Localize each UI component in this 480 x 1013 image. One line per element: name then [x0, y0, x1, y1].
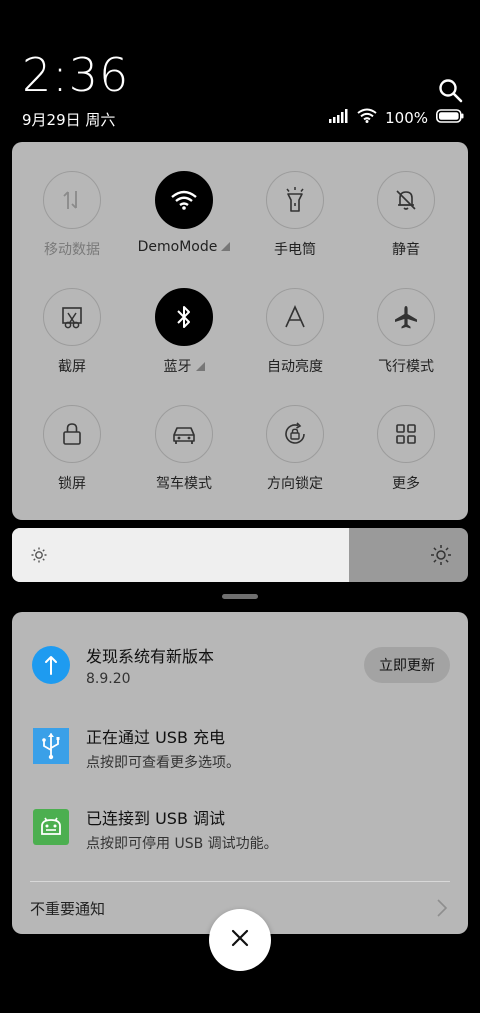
tile-label: 飞行模式 — [378, 359, 434, 375]
car-icon — [155, 405, 213, 463]
tile-label: 驾车模式 — [156, 476, 212, 492]
expand-triangle-icon[interactable] — [221, 242, 231, 251]
wifi-status-icon — [357, 108, 377, 127]
tile-label: 截屏 — [58, 359, 86, 375]
signal-icon — [329, 108, 349, 127]
mute-bell-icon — [377, 171, 435, 229]
tile-lock-screen[interactable]: 锁屏 — [17, 405, 127, 515]
tile-rotation-lock[interactable]: 方向锁定 — [240, 405, 350, 515]
mobile-data-icon — [43, 171, 101, 229]
date[interactable]: 9月29日 周六 — [22, 109, 115, 130]
tile-mute[interactable]: 静音 — [351, 171, 461, 281]
tile-label: 蓝牙 — [163, 359, 192, 375]
update-arrow-icon — [32, 646, 70, 684]
clock[interactable]: 2:36 — [22, 48, 129, 102]
notification-usb-charging[interactable]: 正在通过 USB 充电 点按即可查看更多选项。 — [12, 718, 468, 788]
battery-icon — [436, 108, 464, 127]
tile-airplane[interactable]: 飞行模式 — [351, 288, 461, 398]
tile-label: 手电筒 — [274, 242, 316, 258]
tile-label: 自动亮度 — [267, 359, 323, 375]
android-debug-icon — [33, 809, 69, 845]
tile-wifi[interactable]: DemoMode — [129, 171, 239, 281]
tile-label: 静音 — [392, 242, 420, 258]
drag-handle[interactable] — [222, 594, 258, 599]
clear-all-button[interactable] — [209, 909, 271, 971]
grid-icon — [377, 405, 435, 463]
brightness-low-icon — [30, 546, 48, 568]
update-now-button[interactable]: 立即更新 — [364, 647, 450, 683]
rotation-lock-icon — [266, 405, 324, 463]
notification-panel: 发现系统有新版本 8.9.20 立即更新 正在通过 USB 充电 点按即可查看更… — [12, 612, 468, 934]
tile-label: 锁屏 — [58, 476, 86, 492]
tile-more[interactable]: 更多 — [351, 405, 461, 515]
tile-flashlight[interactable]: 手电筒 — [240, 171, 350, 281]
divider — [30, 881, 450, 882]
notification-title: 已连接到 USB 调试 — [86, 809, 226, 828]
flashlight-icon — [266, 171, 324, 229]
battery-percent: 100% — [385, 108, 428, 127]
notification-title: 正在通过 USB 充电 — [86, 728, 226, 747]
brightness-slider[interactable] — [12, 528, 468, 582]
tile-mobile-data[interactable]: 移动数据 — [17, 171, 127, 281]
lock-icon — [43, 405, 101, 463]
auto-brightness-icon — [266, 288, 324, 346]
notification-usb-debugging[interactable]: 已连接到 USB 调试 点按即可停用 USB 调试功能。 — [12, 799, 468, 869]
notification-subtitle: 8.9.20 — [86, 671, 131, 687]
system-indicators: 100% — [329, 108, 464, 127]
quick-settings-panel: 移动数据 DemoMode 手电筒 静音 截屏 蓝牙 自动亮度 飞行模式 锁屏 … — [12, 142, 468, 520]
tile-driving-mode[interactable]: 驾车模式 — [129, 405, 239, 515]
tile-auto-brightness[interactable]: 自动亮度 — [240, 288, 350, 398]
status-area: 2:36 9月29日 周六 100% — [0, 0, 480, 140]
notification-subtitle: 点按即可停用 USB 调试功能。 — [86, 836, 278, 852]
airplane-icon — [377, 288, 435, 346]
brightness-fill — [12, 528, 350, 582]
tile-bluetooth[interactable]: 蓝牙 — [129, 288, 239, 398]
search-icon[interactable] — [438, 78, 464, 104]
usb-icon — [33, 728, 69, 764]
chevron-right-icon[interactable] — [436, 898, 448, 922]
notification-title: 发现系统有新版本 — [86, 647, 215, 666]
notification-subtitle: 点按即可查看更多选项。 — [86, 755, 240, 771]
tile-screenshot[interactable]: 截屏 — [17, 288, 127, 398]
close-icon — [230, 928, 250, 952]
brightness-high-icon — [430, 544, 452, 570]
unimportant-notifications-link[interactable]: 不重要通知 — [30, 898, 105, 919]
screenshot-icon — [43, 288, 101, 346]
tile-label: DemoMode — [137, 239, 218, 255]
wifi-icon — [155, 171, 213, 229]
tile-label: 方向锁定 — [267, 476, 323, 492]
bluetooth-icon — [155, 288, 213, 346]
tile-label: 更多 — [392, 476, 420, 492]
expand-triangle-icon[interactable] — [195, 362, 205, 371]
tile-label: 移动数据 — [44, 242, 100, 258]
